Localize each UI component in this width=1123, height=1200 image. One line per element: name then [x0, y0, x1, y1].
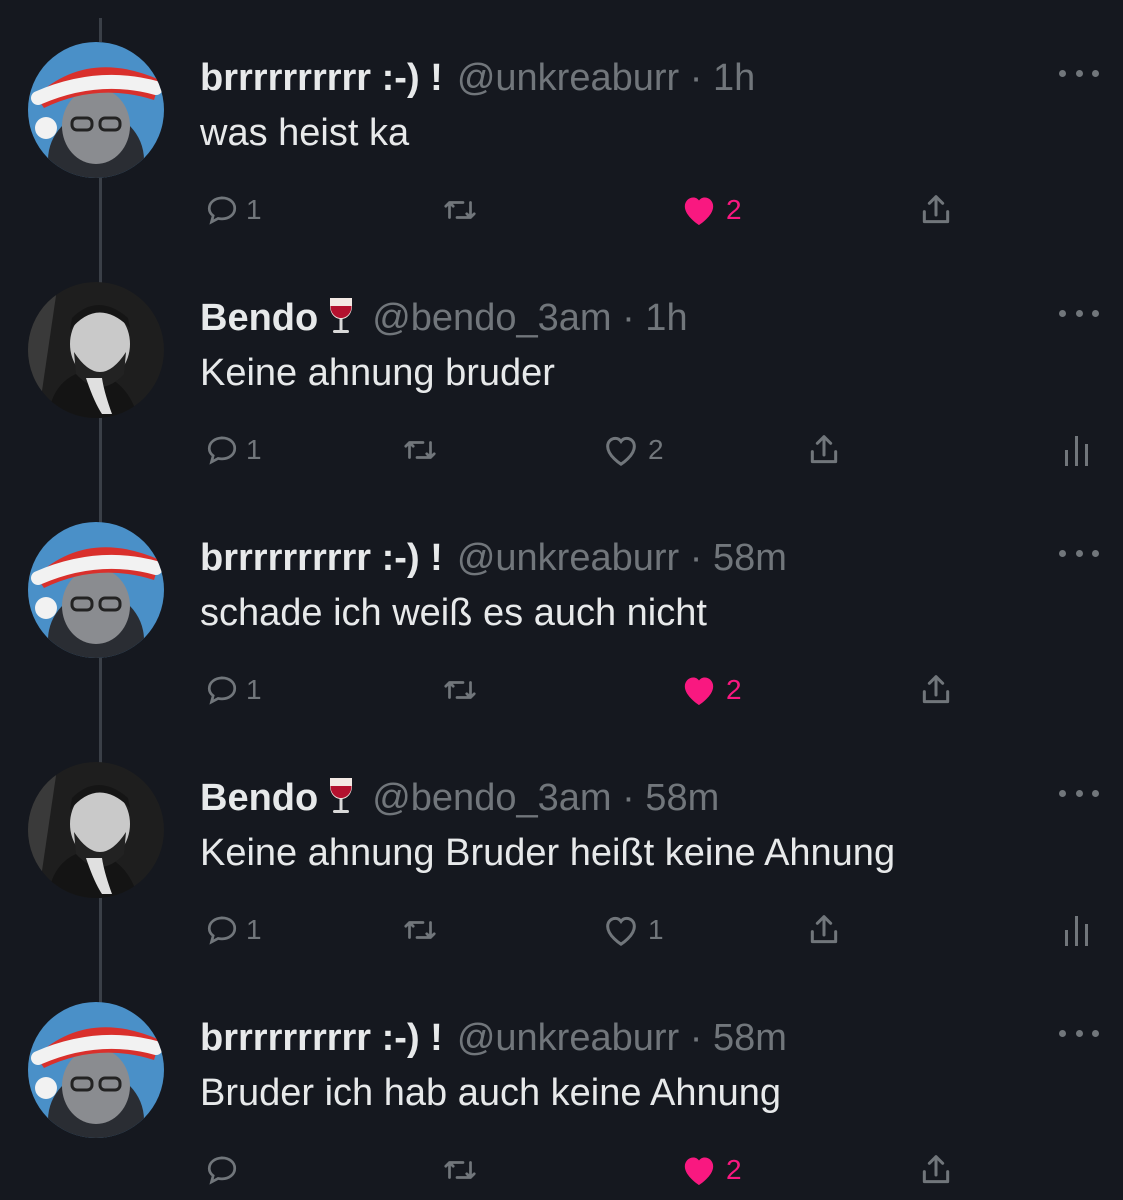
tweet-text: schade ich weiß es auch nicht [200, 592, 707, 634]
more-options-icon[interactable] [1059, 298, 1099, 328]
avatar-bendo[interactable] [28, 282, 164, 418]
like-count: 2 [648, 434, 664, 465]
tweet-header: brrrrrrrrrr :-) ! @unkreaburr · 58m [200, 536, 787, 580]
tweet-text: Bruder ich hab auch keine Ahnung [200, 1072, 781, 1114]
more-options-icon[interactable] [1059, 1018, 1099, 1048]
retweet-button[interactable] [400, 428, 440, 472]
avatar-unkreaburr[interactable] [28, 522, 164, 658]
retweet-arrows-icon [404, 441, 436, 459]
like-button[interactable]: 2 [600, 428, 664, 472]
speech-bubble-icon [207, 1156, 237, 1185]
timestamp[interactable]: · 1h [622, 297, 687, 339]
retweet-arrows-icon [444, 681, 476, 699]
like-count: 2 [726, 674, 742, 705]
like-button[interactable]: 2 [678, 668, 742, 712]
tweet[interactable]: brrrrrrrrrr :-) ! @unkreaburr · 58m Brude… [0, 960, 1123, 1200]
heart-icon [684, 1157, 714, 1185]
analytics-button[interactable] [1062, 908, 1092, 952]
share-button[interactable] [916, 668, 956, 712]
share-upload-icon [810, 435, 838, 464]
like-count: 2 [726, 194, 742, 225]
share-button[interactable] [916, 1148, 956, 1192]
retweet-button[interactable] [400, 908, 440, 952]
heart-icon [606, 916, 636, 946]
bar-chart-icon [1065, 916, 1088, 946]
heart-icon [606, 436, 636, 466]
bar-chart-icon [1065, 436, 1088, 466]
retweet-arrows-icon [444, 201, 476, 219]
display-name[interactable]: Bendo [200, 777, 318, 819]
tweet-text: Keine ahnung Bruder heißt keine Ahnung [200, 832, 896, 874]
tweet-header: brrrrrrrrrr :-) ! @unkreaburr · 1h [200, 56, 755, 100]
tweet-header: brrrrrrrrrr :-) ! @unkreaburr · 58m [200, 1016, 787, 1060]
tweet[interactable]: Bendo @bendo_3am · 1h Keine ahnung bruder… [0, 240, 1123, 480]
reply-button[interactable]: 1 [204, 188, 262, 232]
like-button[interactable]: 2 [678, 188, 742, 232]
like-button[interactable]: 1 [600, 908, 664, 952]
avatar-unkreaburr[interactable] [28, 1002, 164, 1138]
share-upload-icon [810, 915, 838, 944]
share-button[interactable] [804, 428, 844, 472]
tweet-text: Keine ahnung bruder [200, 352, 555, 394]
more-options-icon[interactable] [1059, 538, 1099, 568]
timestamp[interactable]: · 1h [690, 57, 755, 99]
wine-glass-emoji [330, 298, 353, 333]
retweet-button[interactable] [440, 188, 480, 232]
speech-bubble-icon [207, 676, 237, 705]
speech-bubble-icon [207, 436, 237, 465]
reply-button[interactable]: 1 [204, 668, 262, 712]
handle[interactable]: @unkreaburr [457, 57, 679, 99]
handle[interactable]: @unkreaburr [457, 537, 679, 579]
display-name[interactable]: brrrrrrrrrr :-) ! [200, 537, 443, 579]
avatar-unkreaburr[interactable] [28, 42, 164, 178]
speech-bubble-icon [207, 196, 237, 225]
reply-count: 1 [246, 434, 262, 465]
handle[interactable]: @bendo_3am [372, 777, 611, 819]
reply-count: 1 [246, 914, 262, 945]
more-options-icon[interactable] [1059, 58, 1099, 88]
tweet[interactable]: brrrrrrrrrr :-) ! @unkreaburr · 1h was he… [0, 0, 1123, 240]
handle[interactable]: @unkreaburr [457, 1017, 679, 1059]
tweet[interactable]: brrrrrrrrrr :-) ! @unkreaburr · 58m schad… [0, 480, 1123, 720]
share-button[interactable] [804, 908, 844, 952]
reply-count: 1 [246, 194, 262, 225]
speech-bubble-icon [207, 916, 237, 945]
wine-glass-emoji [330, 778, 353, 813]
analytics-button[interactable] [1062, 428, 1092, 472]
tweet[interactable]: Bendo @bendo_3am · 58m Keine ahnung Brude… [0, 720, 1123, 960]
share-upload-icon [922, 195, 950, 224]
like-button[interactable]: 2 [678, 1148, 742, 1192]
tweet-header: Bendo @bendo_3am · 58m [200, 776, 719, 820]
like-count: 2 [726, 1154, 742, 1185]
retweet-button[interactable] [440, 668, 480, 712]
share-upload-icon [922, 675, 950, 704]
share-button[interactable] [916, 188, 956, 232]
display-name[interactable]: brrrrrrrrrr :-) ! [200, 57, 443, 99]
display-name[interactable]: brrrrrrrrrr :-) ! [200, 1017, 443, 1059]
timestamp[interactable]: · 58m [690, 537, 787, 579]
avatar-bendo[interactable] [28, 762, 164, 898]
reply-count: 1 [246, 674, 262, 705]
timestamp[interactable]: · 58m [690, 1017, 787, 1059]
heart-icon [684, 197, 714, 225]
heart-icon [684, 677, 714, 705]
display-name[interactable]: Bendo [200, 297, 318, 339]
share-upload-icon [922, 1155, 950, 1184]
like-count: 1 [648, 914, 664, 945]
tweet-header: Bendo @bendo_3am · 1h [200, 296, 688, 340]
reply-button[interactable] [204, 1148, 246, 1192]
tweet-text: was heist ka [200, 112, 410, 154]
handle[interactable]: @bendo_3am [372, 297, 611, 339]
timestamp[interactable]: · 58m [622, 777, 719, 819]
reply-button[interactable]: 1 [204, 908, 262, 952]
reply-button[interactable]: 1 [204, 428, 262, 472]
retweet-button[interactable] [440, 1148, 480, 1192]
more-options-icon[interactable] [1059, 778, 1099, 808]
retweet-arrows-icon [404, 921, 436, 939]
retweet-arrows-icon [444, 1161, 476, 1179]
